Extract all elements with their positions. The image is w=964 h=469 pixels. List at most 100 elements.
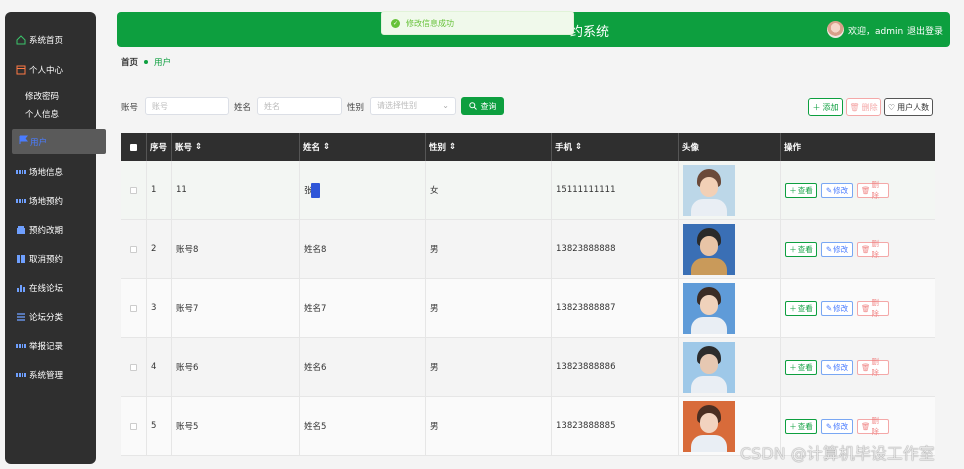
sidebar-subitem-personal-info[interactable]: 个人信息 [25,108,59,120]
cell-gender: 女 [426,161,552,219]
edit-button[interactable]: ✎ 修改 [821,418,853,434]
toast-message: 修改信息成功 [406,18,454,28]
view-button[interactable]: ＋查看 [785,182,817,198]
row-checkbox-cell [121,220,147,278]
sidebar-item-venue-info[interactable]: 场地信息 [0,162,91,182]
column-header-label: 序号 [150,143,168,153]
gender-select-placeholder: 请选择性别 [377,101,417,110]
search-button[interactable]: 查询 [461,97,504,115]
cell-actions: ＋查看 ✎ 修改 🗑 删除 [781,220,935,278]
cell-gender: 男 [426,397,552,455]
cell-actions: ＋查看 ✎ 修改 🗑 删除 [781,338,935,396]
breadcrumb-home[interactable]: 首页 [121,56,138,68]
edit-button[interactable]: ✎ 修改 [821,300,853,316]
delete-button-label: 删除 [871,239,880,259]
delete-button-label: 删除 [871,298,880,318]
cell-phone: 13823888886 [552,338,679,396]
check-circle-icon: ✓ [391,18,400,28]
view-button[interactable]: ＋查看 [785,359,817,375]
account-label: 账号 [121,103,139,113]
cell-phone: 15111111111 [552,161,679,219]
view-button-label: 查看 [797,303,813,313]
cell-index: 2 [147,220,172,278]
column-header-name[interactable]: 姓名 ⇕ [300,133,426,161]
cell-phone: 13823888888 [552,220,679,278]
row-actions: ＋查看 ✎ 修改 🗑 删除 [785,180,889,200]
view-button[interactable]: ＋查看 [785,300,817,316]
sidebar-item-users[interactable]: 用户 [12,129,106,154]
column-header-gender[interactable]: 性别 ⇕ [426,133,552,161]
sidebar-item-forum[interactable]: 在线论坛 [0,278,91,298]
breadcrumb-separator [144,60,149,64]
delete-button[interactable]: 🗑 删除 [857,239,889,259]
sidebar-item-system-management[interactable]: 系统管理 [0,365,91,385]
user-count-button[interactable]: ♡ 用户人数 [884,98,933,116]
sidebar-item-forum-category[interactable]: 论坛分类 [0,307,91,327]
name-search-input[interactable] [257,97,342,115]
cell-account: 11 [172,161,300,219]
row-checkbox[interactable] [130,304,137,312]
delete-button[interactable]: 🗑 删除 [857,357,889,377]
view-button[interactable]: ＋查看 [785,241,817,257]
row-checkbox[interactable] [130,245,137,253]
row-checkbox[interactable] [130,363,137,371]
search-button-label: 查询 [480,101,497,111]
view-button[interactable]: ＋查看 [785,418,817,434]
cell-account: 账号7 [172,279,300,337]
edit-button-label: 修改 [833,421,849,431]
batch-delete-button[interactable]: 🗑 删除 [846,98,881,116]
column-header-phone[interactable]: 手机 ⇕ [552,133,679,161]
home-icon [16,35,26,45]
row-actions: ＋查看 ✎ 修改 🗑 删除 [785,239,889,259]
cell-name: 姓名7 [300,279,426,337]
trash-icon: 🗑 [861,362,871,372]
cell-name: 姓名5 [300,397,426,455]
sidebar-item-label: 取消预约 [29,255,64,265]
sidebar-item-reports[interactable]: 举报记录 [0,336,91,356]
sidebar-subitem-change-password[interactable]: 修改密码 [25,90,59,102]
gender-select[interactable]: 请选择性别 ⌄ [370,97,456,115]
select-all-checkbox[interactable] [130,143,137,151]
edit-button[interactable]: ✎ 修改 [821,182,853,198]
sort-icon: ⇕ [195,142,203,152]
user-avatar-image [683,164,735,216]
avatar-face [700,294,718,315]
cell-gender: 男 [426,338,552,396]
add-button[interactable]: ＋ 添加 [808,98,843,116]
row-checkbox-cell [121,161,147,219]
delete-button[interactable]: 🗑 删除 [857,416,889,436]
row-checkbox[interactable] [130,422,137,430]
breadcrumb: 首页 用户 [121,56,171,68]
sidebar-item-home[interactable]: 系统首页 [0,30,91,50]
welcome-text: 欢迎，admin [848,27,904,37]
account-search-input[interactable] [145,97,229,115]
avatar-body [691,316,727,334]
row-actions: ＋查看 ✎ 修改 🗑 删除 [785,416,889,436]
delete-button[interactable]: 🗑 删除 [857,180,889,200]
user-count-label: 用户人数 [897,102,930,112]
row-checkbox-cell [121,397,147,455]
cell-phone: 13823888885 [552,397,679,455]
column-header-label: 账号 [175,143,193,153]
edit-button[interactable]: ✎ 修改 [821,359,853,375]
table-row: 2 账号8 姓名8 男 13823888888 ＋查看 ✎ 修改 🗑 删除 [121,220,935,279]
cell-avatar [679,161,781,219]
sidebar-item-label: 场地预约 [29,197,64,207]
sidebar-item-cancel-booking[interactable]: 取消预约 [0,249,91,269]
avatar-face [700,353,718,374]
column-header-label: 手机 [555,143,573,153]
cell-index: 1 [147,161,172,219]
edit-button-label: 修改 [833,362,849,372]
column-header-account[interactable]: 账号 ⇕ [172,133,300,161]
edit-button-label: 修改 [833,303,849,313]
edit-button[interactable]: ✎ 修改 [821,241,853,257]
column-header-label: 性别 [429,143,447,153]
sidebar-item-label: 场地信息 [29,168,64,178]
logout-link[interactable]: 退出登录 [907,24,943,37]
sidebar-item-personal-center[interactable]: 个人中心 [0,60,91,80]
delete-button[interactable]: 🗑 删除 [857,298,889,318]
sidebar-item-label: 个人中心 [29,66,64,76]
row-checkbox[interactable] [130,186,137,194]
sidebar-item-reschedule[interactable]: 预约改期 [0,220,91,240]
sidebar-item-venue-booking[interactable]: 场地预约 [0,191,91,211]
